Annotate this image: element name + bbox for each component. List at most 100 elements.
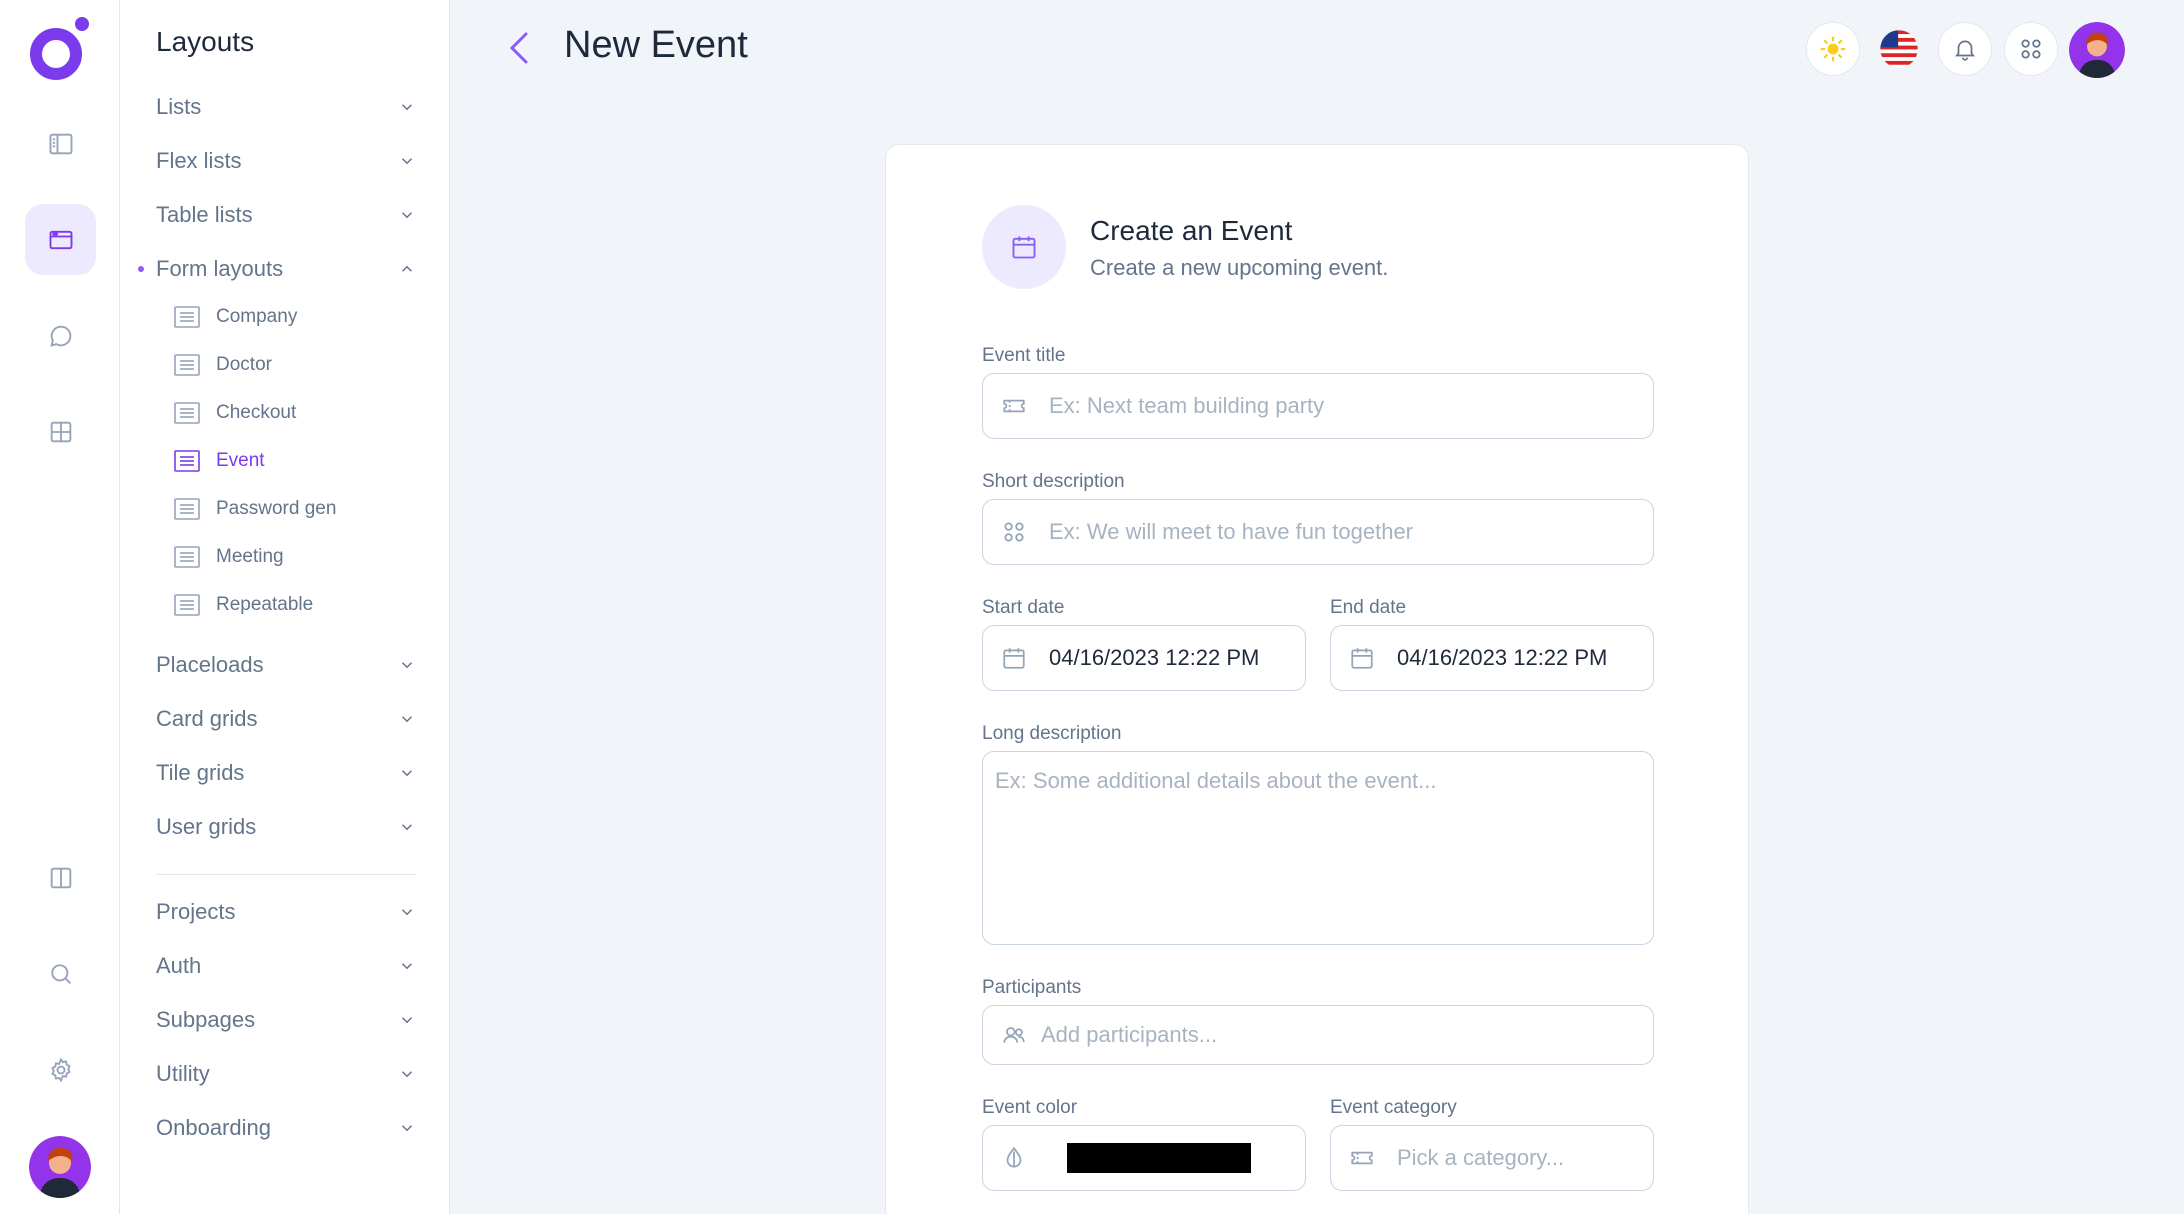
nav-group-label: Placeloads xyxy=(156,652,264,677)
sidebar-title: Layouts xyxy=(156,26,255,57)
chevron-down-icon xyxy=(401,824,413,831)
color-swatch[interactable] xyxy=(1067,1143,1251,1173)
active-dot xyxy=(138,266,144,272)
search-icon[interactable] xyxy=(25,938,96,1009)
droplet-icon xyxy=(1006,1146,1022,1168)
participants-label: Participants xyxy=(982,977,1082,998)
event-color-label: Event color xyxy=(982,1097,1078,1118)
ticket-icon xyxy=(1351,1151,1373,1165)
users-icon xyxy=(1003,1027,1025,1043)
form-layout-icon xyxy=(174,450,200,472)
form-subtitle: Create a new upcoming event. xyxy=(1090,255,1389,280)
participants-input[interactable]: Add participants... xyxy=(982,1005,1654,1065)
page-title: New Event xyxy=(564,24,748,66)
form-layout-icon xyxy=(174,594,200,616)
start-date-input[interactable]: 04/16/2023 12:22 PM xyxy=(982,625,1306,691)
user-avatar[interactable] xyxy=(2069,22,2125,78)
event-title-placeholder: Ex: Next team building party xyxy=(1049,393,1325,418)
chevron-down-icon xyxy=(401,104,413,111)
chevron-down-icon xyxy=(401,963,413,970)
start-date-value: 04/16/2023 12:22 PM xyxy=(1049,645,1260,670)
bell-icon xyxy=(1955,40,1975,61)
sidebar-toggle-icon[interactable] xyxy=(25,108,96,179)
nav-group-subpages[interactable]: Subpages xyxy=(156,1000,416,1040)
gear-icon[interactable] xyxy=(25,1034,96,1105)
grid-icon[interactable] xyxy=(25,396,96,467)
sub-item-password-gen[interactable]: Password gen xyxy=(174,492,336,526)
nav-group-label: Tile grids xyxy=(156,760,245,785)
language-button[interactable] xyxy=(1872,22,1926,76)
chat-icon[interactable] xyxy=(25,300,96,371)
event-category-select[interactable]: Pick a category... xyxy=(1330,1125,1654,1191)
event-form-card: Create an Event Create a new upcoming ev… xyxy=(885,144,1749,1214)
event-category-label: Event category xyxy=(1330,1097,1457,1118)
event-title-input[interactable]: Ex: Next team building party xyxy=(982,373,1654,439)
sub-item-company[interactable]: Company xyxy=(174,300,297,334)
event-title-label: Event title xyxy=(982,345,1066,366)
form-layout-icon xyxy=(174,546,200,568)
sub-item-label: Password gen xyxy=(216,498,337,519)
nav-group-form-layouts[interactable]: Form layouts xyxy=(138,249,416,289)
calendar-icon xyxy=(1012,236,1036,259)
end-date-value: 04/16/2023 12:22 PM xyxy=(1397,645,1608,670)
form-layout-icon xyxy=(174,402,200,424)
form-layout-icon xyxy=(174,354,200,376)
notifications-button[interactable] xyxy=(1938,22,1992,76)
sub-item-label: Doctor xyxy=(216,354,272,375)
long-description-textarea[interactable]: Ex: Some additional details about the ev… xyxy=(982,751,1654,945)
end-date-input[interactable]: 04/16/2023 12:22 PM xyxy=(1330,625,1654,691)
apps-grid-icon xyxy=(2021,39,2041,59)
nav-group-flex-lists[interactable]: Flex lists xyxy=(156,141,416,181)
long-description-placeholder: Ex: Some additional details about the ev… xyxy=(995,768,1437,793)
ticket-icon xyxy=(1003,399,1025,413)
us-flag-icon xyxy=(1880,30,1918,68)
sub-item-label: Checkout xyxy=(216,402,297,423)
form-title: Create an Event xyxy=(1090,215,1293,246)
nav-group-label: Onboarding xyxy=(156,1115,271,1140)
apps-grid-icon xyxy=(1004,522,1024,542)
calendar-icon xyxy=(1003,648,1025,669)
sub-item-label: Repeatable xyxy=(216,594,314,615)
nav-group-projects[interactable]: Projects xyxy=(156,892,416,932)
nav-group-user-grids[interactable]: User grids xyxy=(156,807,416,847)
nav-group-table-lists[interactable]: Table lists xyxy=(156,195,416,235)
event-color-input[interactable] xyxy=(982,1125,1306,1191)
sub-item-doctor[interactable]: Doctor xyxy=(174,348,272,382)
layouts-icon[interactable] xyxy=(25,204,96,275)
avatar[interactable] xyxy=(29,1136,91,1198)
nav-group-tile-grids[interactable]: Tile grids xyxy=(156,753,416,793)
short-description-input[interactable]: Ex: We will meet to have fun together xyxy=(982,499,1654,565)
nav-group-onboarding[interactable]: Onboarding xyxy=(156,1108,416,1148)
nav-group-auth[interactable]: Auth xyxy=(156,946,416,986)
nav-group-label: User grids xyxy=(156,814,257,839)
chevron-down-icon xyxy=(401,158,413,165)
nav-group-lists[interactable]: Lists xyxy=(156,87,416,127)
nav-group-label: Projects xyxy=(156,899,236,924)
nav-group-placeloads[interactable]: Placeloads xyxy=(156,645,416,685)
calendar-icon xyxy=(1351,648,1373,669)
sub-item-label: Event xyxy=(216,450,265,471)
app-logo-icon[interactable] xyxy=(30,16,92,82)
nav-group-utility[interactable]: Utility xyxy=(156,1054,416,1094)
nav-group-label: Flex lists xyxy=(156,148,242,173)
nav-group-card-grids[interactable]: Card grids xyxy=(156,699,416,739)
nav-group-label: Lists xyxy=(156,94,202,119)
short-description-placeholder: Ex: We will meet to have fun together xyxy=(1049,519,1413,544)
back-arrow-icon[interactable] xyxy=(504,28,534,68)
sub-item-repeatable[interactable]: Repeatable xyxy=(174,588,313,622)
chevron-down-icon xyxy=(401,716,413,723)
apps-button[interactable] xyxy=(2004,22,2058,76)
sub-item-meeting[interactable]: Meeting xyxy=(174,540,284,574)
calendar-badge xyxy=(982,205,1066,289)
chevron-down-icon xyxy=(401,212,413,219)
end-date-label: End date xyxy=(1330,597,1407,618)
nav-group-label: Form layouts xyxy=(156,256,284,281)
short-description-label: Short description xyxy=(982,471,1125,492)
columns-icon[interactable] xyxy=(25,842,96,913)
layouts-sidebar: Layouts Lists Flex lists Table lists For… xyxy=(120,0,450,1214)
chevron-down-icon xyxy=(401,909,413,916)
theme-toggle-button[interactable] xyxy=(1806,22,1860,76)
sub-item-checkout[interactable]: Checkout xyxy=(174,396,296,430)
sub-item-event[interactable]: Event xyxy=(174,444,265,478)
nav-group-label: Auth xyxy=(156,953,202,978)
